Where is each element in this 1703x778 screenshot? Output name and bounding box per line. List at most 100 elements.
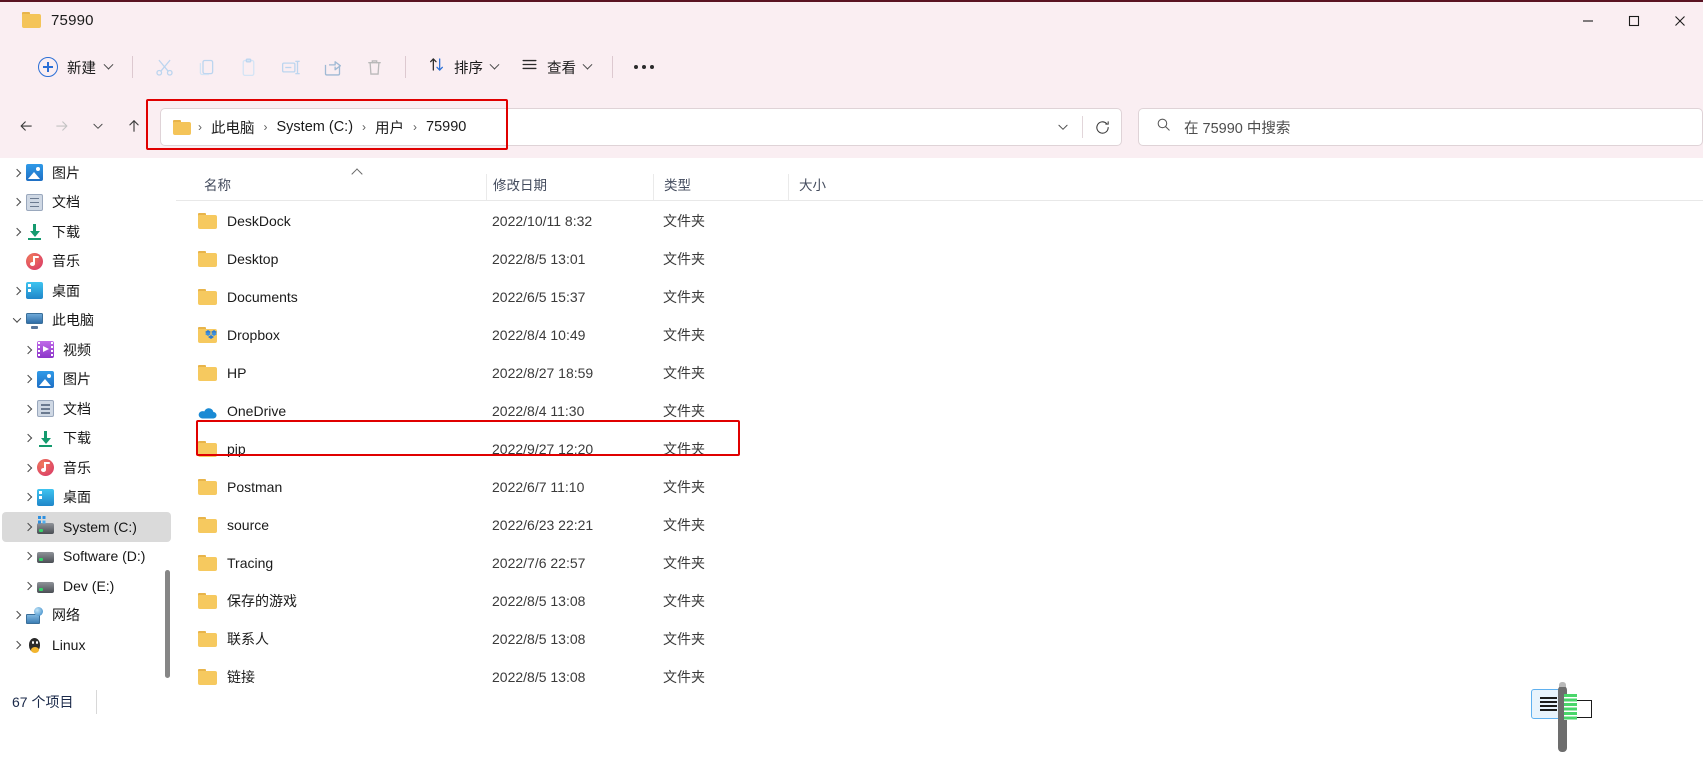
chevron-right-icon[interactable] bbox=[19, 345, 37, 354]
file-date: 2022/8/4 11:30 bbox=[492, 403, 585, 419]
breadcrumb-item-75990[interactable]: 75990 bbox=[420, 116, 472, 138]
sidebar-item-videos[interactable]: 视频 bbox=[2, 335, 171, 365]
desktop-icon bbox=[37, 488, 54, 506]
sidebar-item-dev-e[interactable]: Dev (E:) bbox=[2, 571, 171, 601]
sidebar-item-pictures-pc[interactable]: 图片 bbox=[2, 365, 171, 395]
file-name: 保存的游戏 bbox=[227, 593, 297, 609]
column-header-type[interactable]: 类型 bbox=[653, 174, 788, 200]
sidebar-item-label: 图片 bbox=[63, 371, 91, 388]
paste-button[interactable] bbox=[227, 50, 269, 84]
chevron-right-icon[interactable] bbox=[19, 552, 37, 561]
chevron-down-icon[interactable] bbox=[8, 314, 26, 324]
sidebar-item-label: 下载 bbox=[63, 430, 91, 447]
sidebar-item-pictures[interactable]: 图片 bbox=[2, 158, 171, 188]
search-box[interactable]: 在 75990 中搜索 bbox=[1138, 108, 1703, 146]
folder-icon bbox=[198, 555, 217, 571]
downloads-icon bbox=[37, 430, 54, 447]
new-button-label: 新建 bbox=[67, 60, 96, 77]
close-icon[interactable] bbox=[1657, 2, 1703, 40]
breadcrumb-item-users[interactable]: 用户 bbox=[369, 114, 410, 141]
share-button[interactable] bbox=[311, 50, 353, 84]
file-date: 2022/8/27 18:59 bbox=[492, 365, 594, 381]
ellipsis-icon bbox=[634, 65, 654, 69]
sort-button[interactable]: 排序 bbox=[416, 50, 509, 84]
chevron-right-icon[interactable] bbox=[19, 522, 37, 531]
chevron-right-icon[interactable] bbox=[19, 493, 37, 502]
chevron-right-icon[interactable] bbox=[8, 227, 26, 236]
title-bar: 75990 bbox=[0, 0, 1703, 38]
sidebar-item-downloads[interactable]: 下载 bbox=[2, 217, 171, 247]
maximize-icon[interactable] bbox=[1611, 2, 1657, 40]
file-type: 文件夹 bbox=[663, 441, 705, 457]
table-row[interactable]: DeskDock 2022/10/11 8:32 文件夹 bbox=[176, 202, 1703, 240]
sidebar-scrollbar-thumb[interactable] bbox=[165, 570, 170, 678]
refresh-button[interactable] bbox=[1083, 109, 1121, 145]
sidebar-item-documents-pc[interactable]: 文档 bbox=[2, 394, 171, 424]
minimize-icon[interactable] bbox=[1565, 2, 1611, 40]
navigation-pane[interactable]: 图片 文档 下载 音乐 桌面 此电脑 视频 图片 文档 下载 音乐 桌面 Sys… bbox=[0, 158, 175, 690]
sidebar-item-linux[interactable]: Linux bbox=[2, 630, 171, 660]
new-button[interactable]: 新建 bbox=[28, 50, 122, 84]
table-row[interactable]: Postman 2022/6/7 11:10 文件夹 bbox=[176, 468, 1703, 506]
search-input[interactable]: 在 75990 中搜索 bbox=[1184, 117, 1290, 138]
chevron-right-icon[interactable] bbox=[8, 168, 26, 177]
chevron-right-icon[interactable] bbox=[19, 581, 37, 590]
sidebar-item-system-c[interactable]: System (C:) bbox=[2, 512, 171, 542]
chevron-right-icon[interactable] bbox=[19, 434, 37, 443]
chevron-right-icon[interactable] bbox=[19, 463, 37, 472]
table-row[interactable]: Documents 2022/6/5 15:37 文件夹 bbox=[176, 278, 1703, 316]
chevron-right-icon[interactable] bbox=[8, 611, 26, 620]
breadcrumb-item-this-pc[interactable]: 此电脑 bbox=[205, 114, 261, 141]
column-header-date[interactable]: 修改日期 bbox=[486, 174, 653, 200]
column-header-date-label: 修改日期 bbox=[493, 178, 547, 193]
table-row[interactable]: Tracing 2022/7/6 22:57 文件夹 bbox=[176, 544, 1703, 582]
chevron-right-icon[interactable] bbox=[19, 375, 37, 384]
sidebar-item-network[interactable]: 网络 bbox=[2, 601, 171, 631]
sidebar-item-this-pc[interactable]: 此电脑 bbox=[2, 306, 171, 336]
breadcrumb-item-system-c[interactable]: System (C:) bbox=[271, 116, 360, 138]
forward-button[interactable] bbox=[44, 108, 80, 144]
sidebar-item-desktop-pc[interactable]: 桌面 bbox=[2, 483, 171, 513]
table-row[interactable]: 联系人 2022/8/5 13:08 文件夹 bbox=[176, 620, 1703, 658]
sidebar-item-desktop[interactable]: 桌面 bbox=[2, 276, 171, 306]
file-list-pane[interactable]: 名称 修改日期 类型 大小 DeskDock 2022/10/11 8:32 文… bbox=[176, 158, 1703, 690]
copy-button[interactable] bbox=[185, 50, 227, 84]
table-row[interactable]: 保存的游戏 2022/8/5 13:08 文件夹 bbox=[176, 582, 1703, 620]
table-row[interactable]: Dropbox 2022/8/4 10:49 文件夹 bbox=[176, 316, 1703, 354]
chevron-right-icon[interactable] bbox=[8, 640, 26, 649]
chevron-right-icon[interactable] bbox=[8, 198, 26, 207]
back-button[interactable] bbox=[8, 108, 44, 144]
column-header-size[interactable]: 大小 bbox=[788, 174, 878, 200]
column-header-name[interactable]: 名称 bbox=[176, 168, 486, 200]
cut-button[interactable] bbox=[143, 50, 185, 84]
chevron-right-icon[interactable] bbox=[19, 404, 37, 413]
sidebar-item-downloads-pc[interactable]: 下载 bbox=[2, 424, 171, 454]
chevron-right-icon[interactable] bbox=[8, 286, 26, 295]
table-row[interactable]: Desktop 2022/8/5 13:01 文件夹 bbox=[176, 240, 1703, 278]
sidebar-item-music[interactable]: 音乐 bbox=[2, 247, 171, 277]
address-bar[interactable]: › 此电脑 › System (C:) › 用户 › 75990 bbox=[160, 108, 1122, 146]
view-button[interactable]: 查看 bbox=[509, 50, 602, 84]
file-date: 2022/10/11 8:32 bbox=[492, 213, 593, 229]
sidebar-item-documents[interactable]: 文档 bbox=[2, 188, 171, 218]
file-type: 文件夹 bbox=[663, 631, 705, 647]
file-date: 2022/8/5 13:08 bbox=[492, 593, 586, 609]
table-row[interactable]: HP 2022/8/27 18:59 文件夹 bbox=[176, 354, 1703, 392]
address-dropdown-button[interactable] bbox=[1044, 109, 1082, 145]
table-row[interactable]: source 2022/6/23 22:21 文件夹 bbox=[176, 506, 1703, 544]
sidebar-item-software-d[interactable]: Software (D:) bbox=[2, 542, 171, 572]
sidebar-item-music-pc[interactable]: 音乐 bbox=[2, 453, 171, 483]
file-name-cell: Dropbox bbox=[176, 327, 486, 343]
up-button[interactable] bbox=[116, 108, 152, 144]
this-pc-icon bbox=[26, 312, 43, 329]
file-name-cell: 链接 bbox=[176, 667, 486, 687]
folder-icon bbox=[173, 119, 191, 135]
delete-button[interactable] bbox=[353, 50, 395, 84]
table-row[interactable]: 链接 2022/8/5 13:08 文件夹 bbox=[176, 658, 1703, 690]
plus-circle-icon bbox=[38, 57, 58, 77]
table-row-pip[interactable]: pip 2022/9/27 12:20 文件夹 bbox=[176, 430, 1703, 468]
recent-locations-button[interactable] bbox=[80, 108, 116, 144]
table-row[interactable]: OneDrive 2022/8/4 11:30 文件夹 bbox=[176, 392, 1703, 430]
more-options-button[interactable] bbox=[623, 50, 665, 84]
rename-button[interactable] bbox=[269, 50, 311, 84]
